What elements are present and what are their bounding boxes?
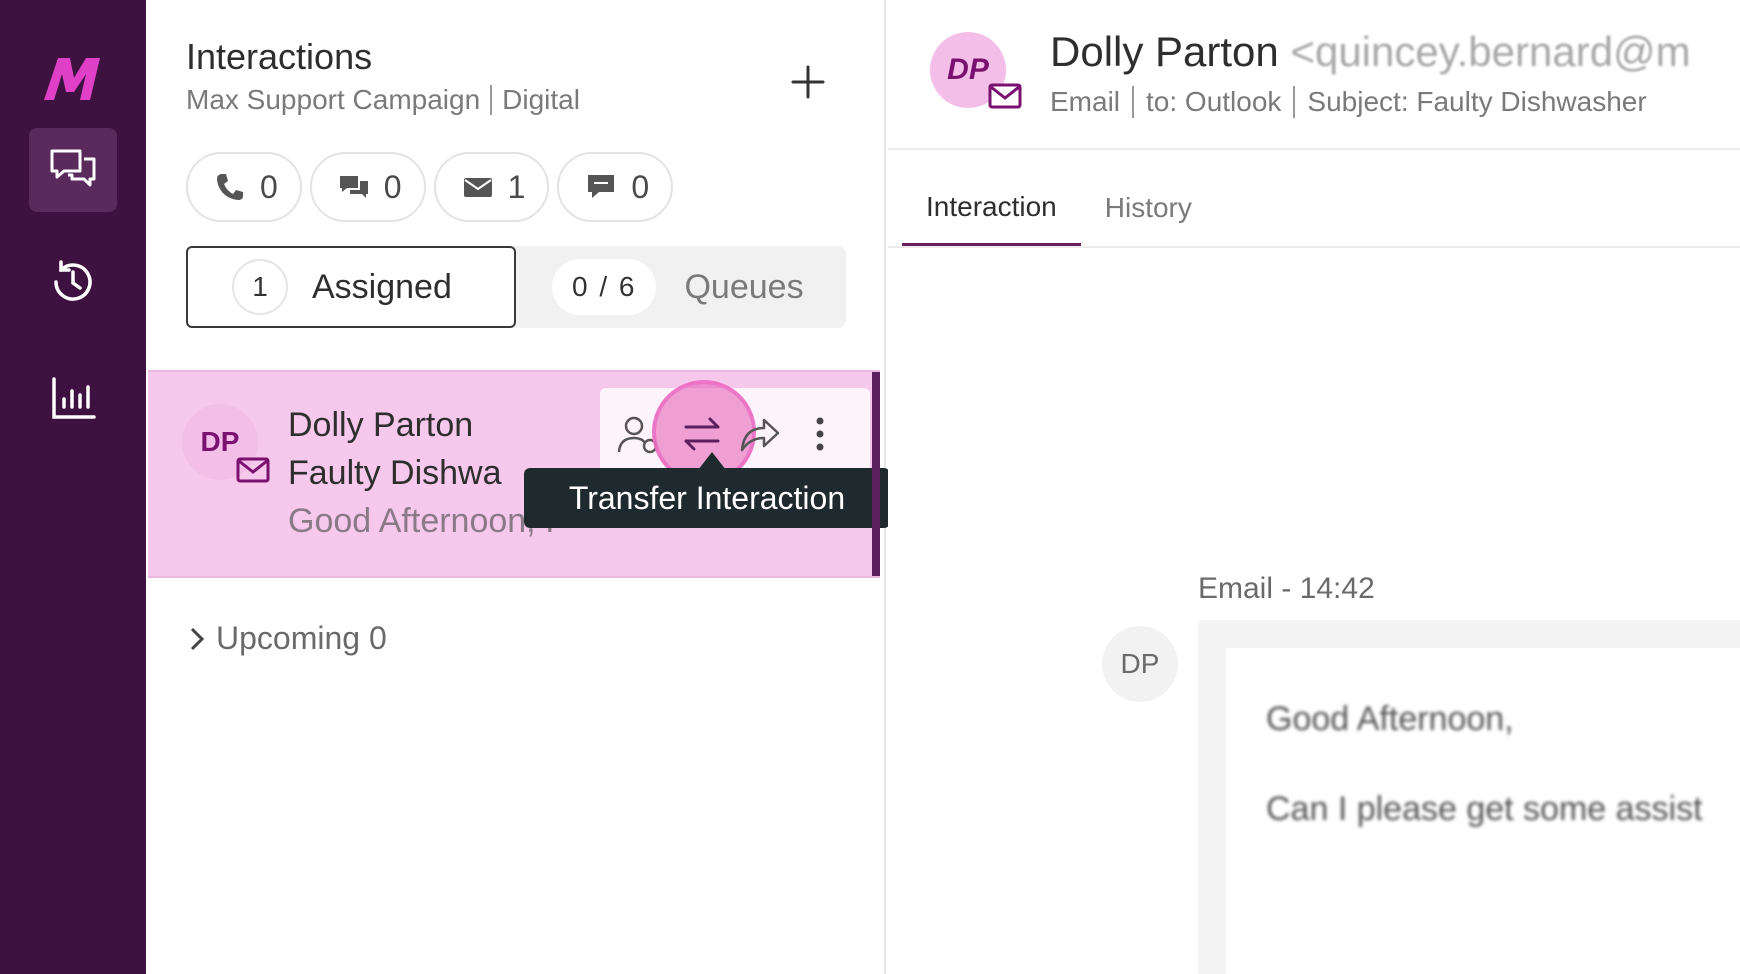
message-line: Can I please get some assist <box>1266 790 1703 828</box>
transfer-tooltip: Transfer Interaction <box>524 468 890 528</box>
message-avatar: DP <box>1102 626 1178 702</box>
detail-name: Dolly Parton <box>1050 28 1279 75</box>
message-card: Good Afternoon, Can I please get some as… <box>1198 620 1740 974</box>
chat-count: 0 <box>383 168 402 205</box>
more-vertical-icon <box>816 417 824 451</box>
campaign-info: Max Support Campaign Digital <box>186 84 580 116</box>
upcoming-label: Upcoming 0 <box>216 620 387 656</box>
detail-header: DP Dolly Parton <quincey.bernard@m Email… <box>888 0 1740 150</box>
detail-contact: Dolly Parton <quincey.bernard@m <box>1050 28 1691 76</box>
detail-meta: Email to: Outlook Subject: Faulty Dishwa… <box>1050 86 1647 118</box>
sms-icon <box>588 175 615 198</box>
plus-icon <box>791 65 825 99</box>
chat-icon <box>339 176 368 198</box>
assignment-toggle: 1 Assigned 0 / 6 Queues <box>186 246 846 328</box>
channel-name: Digital <box>502 84 580 115</box>
interaction-card[interactable]: DP Dolly Parton Faulty Dishwa Good After… <box>148 370 890 578</box>
transfer-icon <box>684 417 720 451</box>
phone-filter[interactable]: 0 <box>186 152 302 222</box>
interactions-panel: Interactions Max Support Campaign Digita… <box>146 0 890 974</box>
assigned-count-badge: 1 <box>232 259 288 315</box>
message-line: Good Afternoon, <box>1266 700 1514 738</box>
detail-type: Email <box>1050 86 1121 117</box>
history-icon <box>54 260 92 301</box>
message-body: Good Afternoon, Can I please get some as… <box>1226 648 1740 974</box>
assigned-label: Assigned <box>312 267 452 306</box>
mail-icon <box>988 83 1022 109</box>
divider <box>1293 86 1296 118</box>
sms-count: 0 <box>631 168 650 205</box>
assigned-tab[interactable]: 1 Assigned <box>186 246 516 328</box>
chat-bubbles-icon <box>50 149 96 187</box>
channel-filters: 0 0 1 0 <box>186 152 674 222</box>
email-icon <box>463 178 492 197</box>
detail-subject: Subject: Faulty Dishwasher <box>1307 86 1647 117</box>
chat-filter[interactable]: 0 <box>309 152 426 222</box>
chevron-right-icon <box>190 627 205 650</box>
forward-button[interactable] <box>732 406 788 462</box>
email-count: 1 <box>507 168 526 205</box>
logo-icon <box>44 58 100 100</box>
detail-email: <quincey.bernard@m <box>1290 28 1691 75</box>
left-rail <box>0 0 146 974</box>
forward-icon <box>740 418 780 452</box>
more-options-button[interactable] <box>792 406 848 462</box>
sms-filter[interactable]: 0 <box>557 152 674 222</box>
divider <box>1132 86 1135 118</box>
card-subject: Faulty Dishwa <box>288 454 502 492</box>
upcoming-toggle[interactable]: Upcoming 0 <box>186 620 387 657</box>
add-interaction-button[interactable] <box>778 52 838 112</box>
detail-to: to: Outlook <box>1146 86 1282 117</box>
divider <box>490 85 493 115</box>
message-header: Email - 14:42 <box>1198 572 1375 605</box>
queues-tab[interactable]: 0 / 6 Queues <box>516 246 846 328</box>
panel-title: Interactions <box>186 36 373 77</box>
phone-count: 0 <box>260 168 278 205</box>
tab-interaction[interactable]: Interaction <box>902 170 1081 246</box>
mail-icon <box>236 457 270 483</box>
detail-tabs: Interaction History <box>902 170 1216 246</box>
contact-name: Dolly Parton <box>288 406 474 444</box>
phone-icon <box>217 174 243 200</box>
card-preview: Good Afternoon, I <box>288 502 555 540</box>
queues-label: Queues <box>684 267 804 306</box>
nav-reports[interactable] <box>29 356 117 440</box>
queues-count-badge: 0 / 6 <box>552 259 657 315</box>
email-filter[interactable]: 1 <box>433 152 550 222</box>
detail-pane: DP Dolly Parton <quincey.bernard@m Email… <box>888 0 1740 974</box>
campaign-name: Max Support Campaign <box>186 84 481 115</box>
tabs-divider <box>888 246 1740 248</box>
nav-interactions[interactable] <box>29 128 117 212</box>
tab-history[interactable]: History <box>1081 170 1216 246</box>
nav-history[interactable] <box>29 240 117 324</box>
bar-chart-icon <box>52 377 96 419</box>
